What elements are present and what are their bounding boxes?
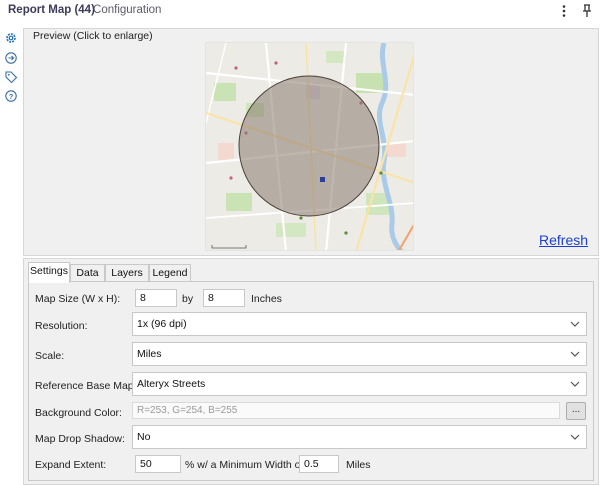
tag-icon[interactable] bbox=[4, 70, 18, 84]
tab-layers[interactable]: Layers bbox=[105, 264, 149, 282]
minimum-width-input[interactable]: 0.5 bbox=[299, 455, 339, 473]
scale-dropdown[interactable]: Miles bbox=[132, 342, 587, 366]
resolution-value: 1x (96 dpi) bbox=[137, 318, 187, 330]
settings-panel: Settings Data Layers Legend Map Size (W … bbox=[23, 258, 599, 485]
scale-value: Miles bbox=[137, 348, 162, 360]
pin-icon[interactable] bbox=[580, 3, 594, 19]
gear-icon[interactable] bbox=[4, 31, 18, 45]
settings-tab-page: Map Size (W x H): 8 by 8 Inches Resoluti… bbox=[28, 281, 594, 481]
expand-extent-input[interactable]: 50 bbox=[135, 455, 181, 473]
chevron-down-icon bbox=[570, 434, 580, 440]
reference-base-map-value: Alteryx Streets bbox=[137, 378, 206, 390]
expand-extent-mid-label: % w/ a Minimum Width of bbox=[185, 459, 304, 471]
left-sidebar: ? bbox=[0, 24, 22, 485]
tab-legend[interactable]: Legend bbox=[149, 264, 191, 282]
preview-group: Preview (Click to enlarge) Refresh bbox=[23, 28, 599, 256]
map-size-label: Map Size (W x H): bbox=[35, 293, 121, 305]
tab-settings[interactable]: Settings bbox=[28, 262, 70, 283]
help-icon[interactable]: ? bbox=[4, 89, 18, 103]
resolution-dropdown[interactable]: 1x (96 dpi) bbox=[132, 312, 587, 336]
map-height-input[interactable]: 8 bbox=[203, 289, 245, 307]
window-title: Report Map (44) bbox=[8, 4, 95, 16]
background-color-label: Background Color: bbox=[35, 407, 122, 419]
tab-data[interactable]: Data bbox=[70, 264, 105, 282]
map-drop-shadow-dropdown[interactable]: No bbox=[132, 425, 587, 449]
chevron-down-icon bbox=[570, 321, 580, 327]
reference-base-map-dropdown[interactable]: Alteryx Streets bbox=[132, 372, 587, 396]
more-vertical-icon[interactable] bbox=[557, 3, 571, 19]
map-size-unit-label: Inches bbox=[251, 293, 282, 305]
expand-extent-label: Expand Extent: bbox=[35, 459, 107, 471]
title-bar: Report Map (44) - Configuration bbox=[0, 0, 601, 22]
map-drop-shadow-label: Map Drop Shadow: bbox=[35, 433, 125, 445]
refresh-link[interactable]: Refresh bbox=[539, 232, 588, 248]
preview-legend: Preview (Click to enlarge) bbox=[31, 30, 155, 42]
scale-label: Scale: bbox=[35, 350, 65, 362]
color-picker-button[interactable]: ... bbox=[566, 402, 586, 420]
map-drop-shadow-value: No bbox=[137, 431, 151, 443]
chevron-down-icon bbox=[570, 351, 580, 357]
svg-text:?: ? bbox=[9, 92, 14, 101]
map-size-by-label: by bbox=[182, 293, 194, 305]
resolution-label: Resolution: bbox=[35, 320, 88, 332]
expand-extent-unit-label: Miles bbox=[346, 459, 371, 471]
map-width-input[interactable]: 8 bbox=[135, 289, 177, 307]
connection-icon[interactable] bbox=[4, 51, 18, 65]
window-subtitle: - Configuration bbox=[86, 4, 162, 16]
background-color-field[interactable]: R=253, G=254, B=255 bbox=[132, 402, 560, 419]
chevron-down-icon bbox=[570, 381, 580, 387]
map-preview[interactable] bbox=[205, 42, 414, 251]
reference-base-map-label: Reference Base Map: bbox=[35, 380, 137, 392]
